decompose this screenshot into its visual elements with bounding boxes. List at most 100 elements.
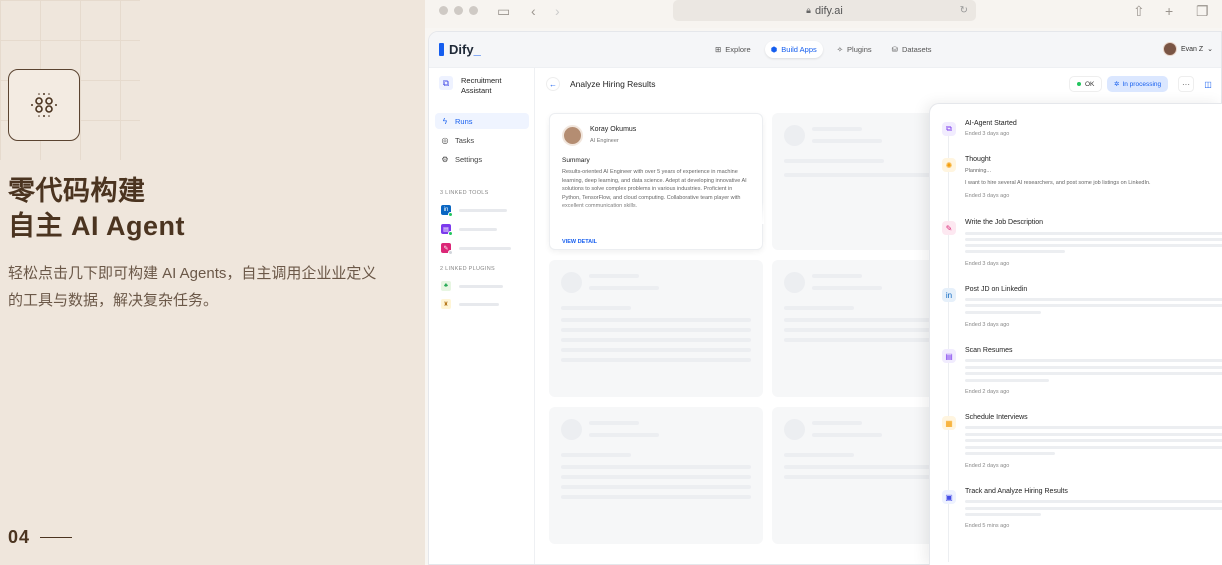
new-tab-icon[interactable]: + bbox=[1165, 3, 1173, 19]
avatar bbox=[1162, 42, 1177, 56]
progress-line bbox=[965, 372, 1222, 375]
progress-line bbox=[965, 298, 1222, 301]
sidebar-toggle-icon[interactable]: ▭ bbox=[497, 3, 510, 20]
progress-line bbox=[965, 426, 1222, 429]
progress-line bbox=[965, 311, 1041, 314]
tabs-overview-icon[interactable]: ❐ bbox=[1196, 3, 1209, 20]
promo-headline: 零代码构建 自主 AI Agent bbox=[8, 174, 185, 244]
spinner-icon: ✲ bbox=[1114, 81, 1120, 88]
status-dot bbox=[1077, 82, 1081, 86]
dify-logo-icon bbox=[439, 43, 444, 56]
step-desc: Planning... bbox=[965, 168, 991, 174]
promo-subtitle: 轻松点击几下即可构建 AI Agents，自主调用企业业定义的工具与数据，解决复… bbox=[8, 265, 377, 309]
share-icon[interactable]: ⇧ bbox=[1133, 3, 1145, 20]
plugin-icon: ♣ bbox=[441, 281, 451, 291]
run-timeline-panel: ⧉ AI-Agent Started Ended 3 days ago ✺ Th… bbox=[929, 103, 1222, 565]
skeleton-line bbox=[561, 358, 751, 362]
nav-tab-label: Build Apps bbox=[781, 45, 817, 54]
brand-name: Dify bbox=[449, 42, 474, 57]
skeleton-line bbox=[561, 453, 631, 457]
linkedin-icon: in bbox=[942, 288, 956, 302]
skeleton-line bbox=[589, 421, 639, 425]
step-desc: I want to hire several AI researchers, a… bbox=[965, 180, 1151, 186]
status-ok-badge: OK bbox=[1069, 76, 1103, 92]
progress-line bbox=[965, 433, 1222, 436]
sidebar-menu: ϟ Runs ◎ Tasks ⚙ Settings bbox=[435, 113, 529, 170]
progress-line bbox=[965, 304, 1222, 307]
main-header: ← Analyze Hiring Results OK ✲ In processi… bbox=[536, 68, 1221, 100]
sidebar-item-tasks[interactable]: ◎ Tasks bbox=[435, 132, 529, 148]
step-name: Schedule Interviews bbox=[965, 414, 1028, 421]
sidebar-item-settings[interactable]: ⚙ Settings bbox=[435, 151, 529, 167]
nav-tabs: ⊞ Explore ⬢ Build Apps ✧ Plugins ⛁ Datasets bbox=[709, 41, 938, 58]
reload-icon[interactable]: ↻ bbox=[960, 5, 968, 16]
step-time: Ended 2 days ago bbox=[965, 463, 1010, 469]
app-sidebar: ⧉ Recruitment Assistant ϟ Runs ◎ Tasks ⚙ Se… bbox=[429, 68, 535, 564]
minimize-window-button[interactable] bbox=[454, 6, 463, 15]
status-ok-label: OK bbox=[1085, 80, 1095, 88]
linked-tool-item[interactable]: in bbox=[441, 205, 507, 217]
skeleton-line bbox=[561, 475, 751, 479]
nav-tab-build-apps[interactable]: ⬢ Build Apps bbox=[764, 41, 823, 58]
skeleton-card bbox=[549, 260, 763, 397]
skeleton-avatar bbox=[784, 125, 805, 146]
nav-tab-plugins[interactable]: ✧ Plugins bbox=[831, 41, 878, 58]
browser-titlebar: ▭ ‹ › 🔒︎ dify.ai ↻ ⇧ + ❐ bbox=[425, 0, 1222, 28]
progress-line bbox=[965, 439, 1222, 442]
page-title: Analyze Hiring Results bbox=[570, 79, 656, 89]
nav-tab-explore[interactable]: ⊞ Explore bbox=[709, 41, 757, 58]
skeleton-line bbox=[561, 495, 751, 499]
page-number: 04 bbox=[8, 527, 31, 547]
panel-toggle-icon[interactable]: ◫ bbox=[1200, 76, 1216, 92]
step-name: Post JD on Linkedin bbox=[965, 286, 1028, 293]
plugin-name-placeholder bbox=[459, 302, 499, 306]
skeleton-line bbox=[561, 348, 751, 352]
assistant-name: Recruitment Assistant bbox=[461, 76, 502, 95]
explore-icon: ⊞ bbox=[715, 45, 722, 54]
linkedin-icon: in bbox=[441, 205, 453, 217]
lock-icon: 🔒︎ bbox=[806, 5, 811, 15]
back-arrow-icon[interactable]: ← bbox=[546, 77, 560, 91]
skeleton-line bbox=[784, 306, 854, 310]
dataset-icon: ⛁ bbox=[891, 45, 898, 54]
linked-plugins-heading: 2 LINKED PLUGINS bbox=[440, 266, 495, 272]
chevron-down-icon: ⌄ bbox=[1207, 46, 1213, 53]
more-options-button[interactable]: ··· bbox=[1178, 76, 1194, 92]
back-nav-icon[interactable]: ‹ bbox=[531, 3, 536, 19]
pen-icon: ✎ bbox=[942, 221, 956, 235]
skeleton-line bbox=[812, 139, 882, 143]
step-name: Scan Resumes bbox=[965, 347, 1013, 354]
product-logo-icon bbox=[8, 69, 80, 141]
tool-name-placeholder bbox=[459, 208, 507, 212]
linked-tool-item[interactable]: ▤ bbox=[441, 224, 497, 236]
progress-line bbox=[965, 238, 1222, 241]
skeleton-line bbox=[812, 433, 882, 437]
step-time: Ended 2 days ago bbox=[965, 389, 1010, 395]
candidate-name: Koray Okumus bbox=[590, 126, 637, 133]
skeleton-line bbox=[812, 286, 882, 290]
skeleton-line bbox=[589, 274, 639, 278]
forward-nav-icon[interactable]: › bbox=[555, 3, 560, 19]
pen-icon: ✎ bbox=[441, 243, 453, 255]
summary-heading: Summary bbox=[562, 157, 590, 164]
brand-logo[interactable]: Dify _ bbox=[439, 42, 481, 57]
linked-plugin-item[interactable]: ♣ bbox=[441, 281, 503, 291]
tool-name-placeholder bbox=[459, 227, 497, 231]
step-time: Ended 3 days ago bbox=[965, 131, 1010, 137]
linked-tool-item[interactable]: ✎ bbox=[441, 243, 511, 255]
candidate-card[interactable]: Koray Okumus AI Engineer Summary Results… bbox=[549, 113, 764, 250]
tool-name-placeholder bbox=[459, 246, 511, 250]
user-menu[interactable]: Evan Z ⌄ bbox=[1162, 42, 1213, 56]
basket-icon: ♜ bbox=[441, 299, 451, 309]
sidebar-item-runs[interactable]: ϟ Runs bbox=[435, 113, 529, 129]
close-window-button[interactable] bbox=[439, 6, 448, 15]
headline-line-1: 零代码构建 bbox=[8, 176, 146, 206]
view-detail-link[interactable]: VIEW DETAIL bbox=[562, 239, 597, 245]
assistant-header[interactable]: ⧉ Recruitment Assistant bbox=[439, 76, 521, 96]
lightning-icon: ϟ bbox=[442, 116, 448, 126]
linked-plugin-item[interactable]: ♜ bbox=[441, 299, 499, 309]
maximize-window-button[interactable] bbox=[469, 6, 478, 15]
nav-tab-datasets[interactable]: ⛁ Datasets bbox=[886, 41, 938, 58]
candidate-role: AI Engineer bbox=[590, 138, 619, 144]
address-bar[interactable]: 🔒︎ dify.ai ↻ bbox=[673, 0, 976, 21]
